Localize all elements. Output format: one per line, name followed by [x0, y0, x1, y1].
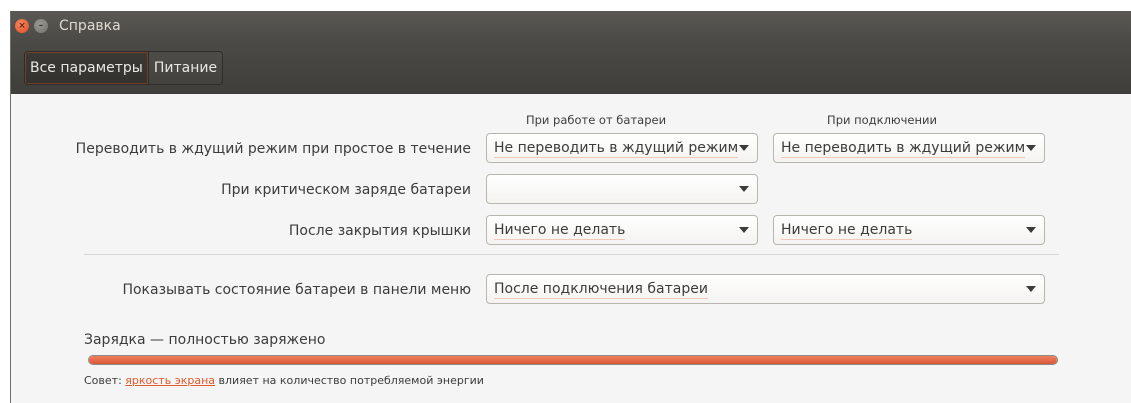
minimize-icon: – [38, 21, 44, 31]
tip-prefix: Совет: [84, 374, 126, 387]
combo-value: После подключения батареи [494, 275, 708, 303]
power-panel: При работе от батареи При подключении Пе… [11, 94, 1131, 403]
minimize-window-button[interactable]: – [34, 19, 48, 33]
combo-value: Ничего не делать [781, 216, 913, 244]
suspend-idle-label: Переводить в ждущий режим при простое в … [75, 141, 471, 157]
show-status-label: Показывать состояние батареи в панели ме… [122, 282, 471, 298]
combo-value: Ничего не делать [494, 216, 626, 244]
battery-progress-fill [89, 356, 1057, 364]
chevron-down-icon [1026, 145, 1036, 151]
combo-value: Не переводить в ждущий режим [781, 134, 1026, 162]
column-header-plugged: При подключении [827, 113, 937, 127]
settings-window: × – Справка Все параметры Питание При ра… [10, 11, 1131, 403]
row-show-status: Показывать состояние батареи в панели ме… [11, 274, 471, 306]
chevron-down-icon [739, 186, 749, 192]
tab-all-settings[interactable]: Все параметры [25, 52, 149, 84]
lid-close-plugged-combo[interactable]: Ничего не делать [773, 215, 1045, 245]
tip-suffix: влияет на количество потребляемой энерги… [215, 374, 484, 387]
show-status-combo[interactable]: После подключения батареи [486, 274, 1045, 304]
tab-power[interactable]: Питание [148, 52, 223, 84]
critical-battery-combo[interactable] [486, 174, 758, 204]
divider [84, 254, 1059, 255]
lid-close-battery-combo[interactable]: Ничего не делать [486, 215, 758, 245]
lid-close-label: После закрытия крышки [288, 223, 471, 239]
suspend-idle-plugged-combo[interactable]: Не переводить в ждущий режим [773, 133, 1045, 163]
window-title: Справка [59, 18, 121, 34]
row-critical: При критическом заряде батареи [11, 174, 471, 206]
close-window-button[interactable]: × [15, 19, 29, 33]
chevron-down-icon [739, 145, 749, 151]
row-lid-close: После закрытия крышки [11, 215, 471, 247]
row-suspend-idle: Переводить в ждущий режим при простое в … [11, 133, 471, 165]
critical-label: При критическом заряде батареи [221, 182, 471, 198]
combo-value: Не переводить в ждущий режим [494, 134, 739, 162]
breadcrumb: Все параметры Питание [24, 51, 224, 85]
toolbar: Все параметры Питание [11, 41, 1131, 94]
charge-status: Зарядка — полностью заряжено [84, 332, 326, 348]
screen-brightness-link[interactable]: яркость экрана [125, 374, 215, 387]
chevron-down-icon [1026, 227, 1036, 233]
title-bar: × – Справка [11, 11, 1131, 41]
chevron-down-icon [739, 227, 749, 233]
column-header-battery: При работе от батареи [525, 113, 667, 127]
suspend-idle-battery-combo[interactable]: Не переводить в ждущий режим [486, 133, 758, 163]
tip-text: Совет: яркость экрана влияет на количест… [84, 374, 484, 387]
close-icon: × [18, 21, 26, 31]
battery-progress-bar [88, 355, 1058, 365]
chevron-down-icon [1026, 286, 1036, 292]
